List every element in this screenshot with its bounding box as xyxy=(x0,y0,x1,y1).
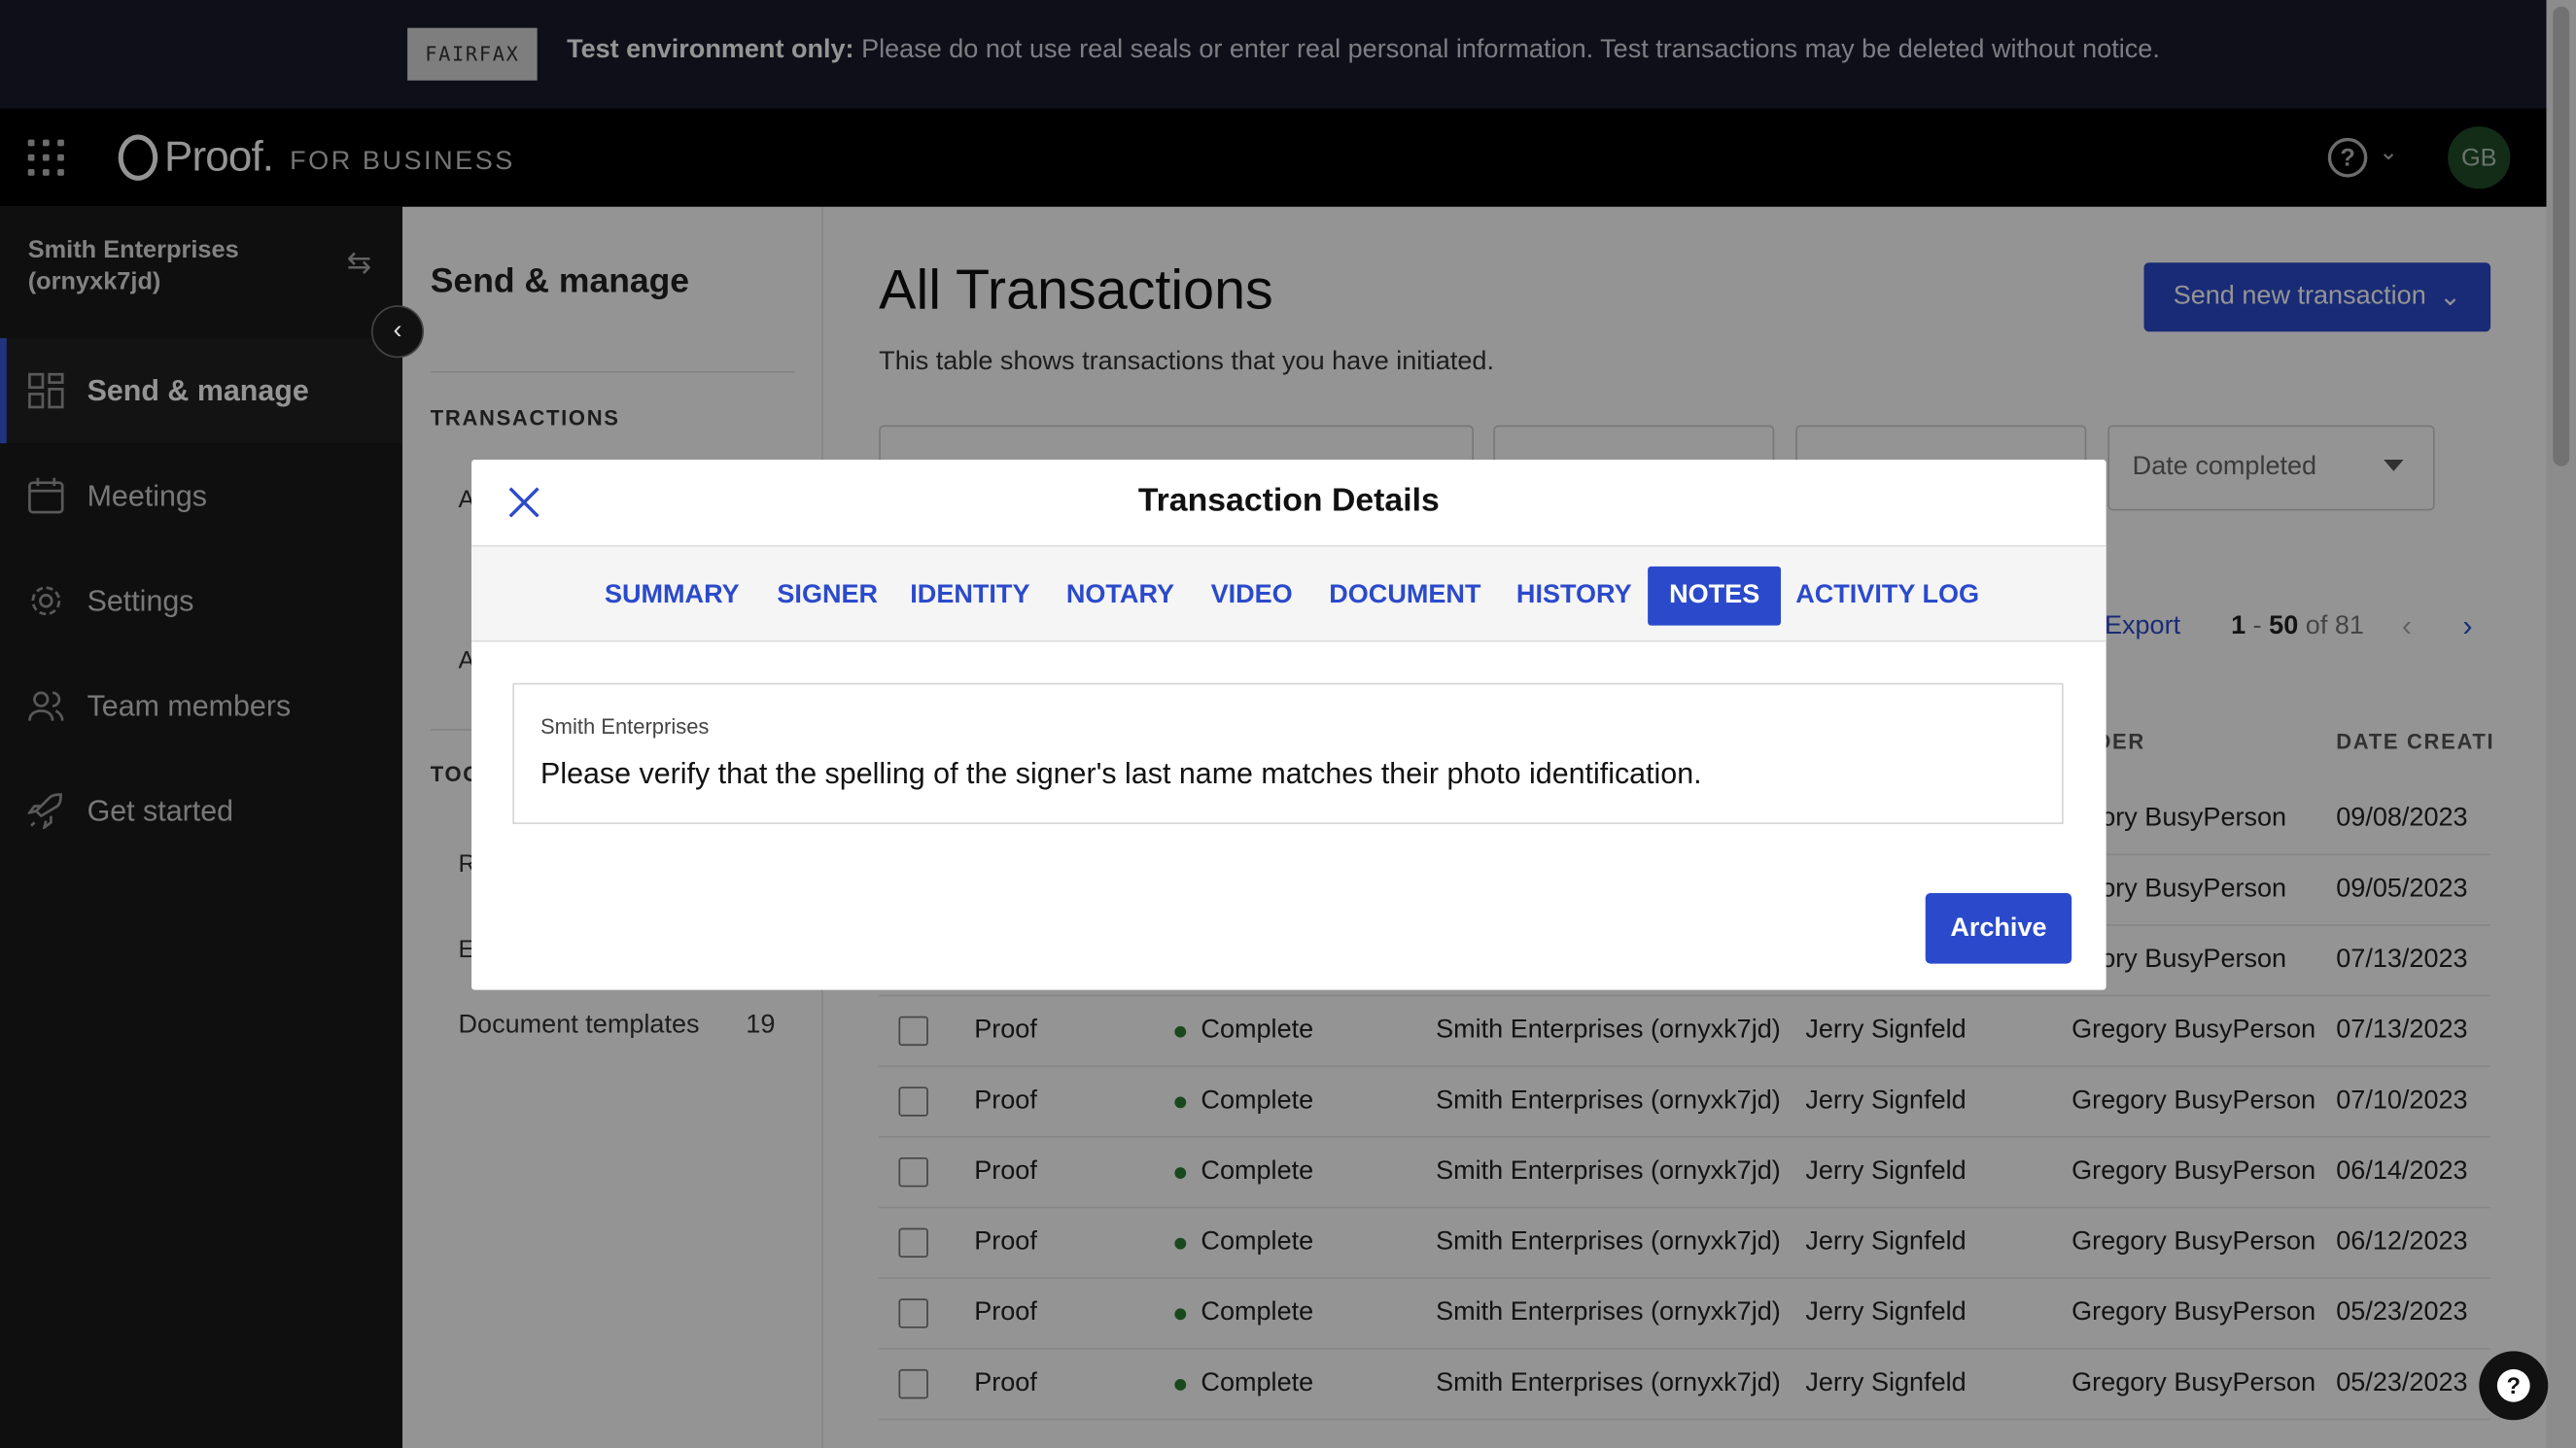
note-author: Smith Enterprises xyxy=(540,713,710,740)
tab-notary[interactable]: NOTARY xyxy=(1045,567,1196,626)
tab-identity[interactable]: IDENTITY xyxy=(888,567,1051,626)
floating-help-button[interactable]: ? xyxy=(2479,1351,2549,1421)
tab-notes[interactable]: NOTES xyxy=(1648,566,1782,626)
tab-summary[interactable]: SUMMARY xyxy=(583,567,761,626)
note-card: Smith Enterprises Please verify that the… xyxy=(512,682,2064,825)
modal-title: Transaction Details xyxy=(1137,482,1440,519)
note-body: Please verify that the spelling of the s… xyxy=(540,756,1702,790)
tab-video[interactable]: VIDEO xyxy=(1190,567,1314,626)
tab-history[interactable]: HISTORY xyxy=(1495,567,1654,626)
tab-document[interactable]: DOCUMENT xyxy=(1307,567,1502,626)
collapse-sidebar-button[interactable]: ‹ xyxy=(370,305,425,359)
transaction-details-modal: Transaction Details SUMMARY SIGNER IDENT… xyxy=(471,460,2106,990)
help-icon: ? xyxy=(2496,1368,2530,1402)
app-page: FAIRFAX Test environment only: Please do… xyxy=(0,0,2576,1448)
archive-button[interactable]: Archive xyxy=(1925,893,2072,964)
tab-signer[interactable]: SIGNER xyxy=(755,567,899,626)
modal-tabs: SUMMARY SIGNER IDENTITY NOTARY VIDEO DOC… xyxy=(471,546,2106,642)
tab-activity-log[interactable]: ACTIVITY LOG xyxy=(1774,567,2001,626)
modal-header: Transaction Details xyxy=(471,460,2106,547)
